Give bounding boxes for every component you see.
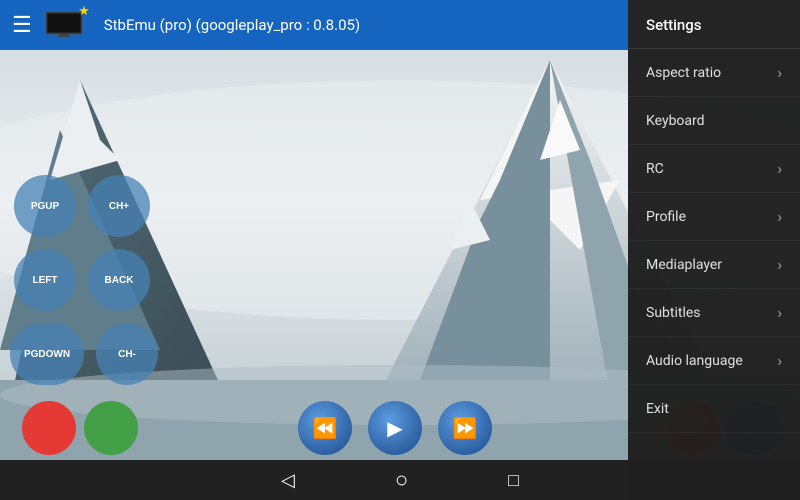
menu-item-label-mediaplayer: Mediaplayer (646, 257, 722, 273)
menu-item-keyboard[interactable]: Keyboard (628, 97, 800, 145)
menu-item-aspect-ratio[interactable]: Aspect ratio › (628, 49, 800, 97)
menu-item-arrow-profile: › (777, 207, 782, 226)
menu-item-profile[interactable]: Profile › (628, 193, 800, 241)
back-button[interactable]: BACK (88, 249, 150, 311)
left-button[interactable]: LEFT (14, 249, 76, 311)
chminus-button[interactable]: CH- (96, 323, 158, 385)
chplus-button[interactable]: CH+ (88, 175, 150, 237)
menu-item-label-aspect-ratio: Aspect ratio (646, 65, 721, 81)
menu-items-container: Aspect ratio›KeyboardRC›Profile›Mediapla… (628, 49, 800, 433)
fastforward-button[interactable]: ⏩ (438, 401, 492, 455)
menu-item-arrow-audio-language: › (777, 351, 782, 370)
tv-icon-group: ★ (44, 8, 92, 42)
topbar: ☰ ★ StbEmu (pro) (googleplay_pro : 0.8.0… (0, 0, 628, 50)
menu-item-label-keyboard: Keyboard (646, 113, 705, 129)
dropdown-menu: Settings Aspect ratio›KeyboardRC›Profile… (628, 0, 800, 500)
play-button[interactable]: ▶ (368, 401, 422, 455)
pgup-button[interactable]: PGUP (14, 175, 76, 237)
nav-home-icon[interactable]: ○ (395, 467, 408, 493)
menu-item-arrow-aspect-ratio: › (777, 63, 782, 82)
menu-item-arrow-mediaplayer: › (777, 255, 782, 274)
menu-item-mediaplayer[interactable]: Mediaplayer › (628, 241, 800, 289)
star-icon: ★ (78, 4, 90, 19)
menu-item-arrow-rc: › (777, 159, 782, 178)
menu-item-label-audio-language: Audio language (646, 353, 743, 369)
menu-icon[interactable]: ☰ (12, 13, 32, 38)
menu-item-arrow-subtitles: › (777, 303, 782, 322)
nav-recent-icon[interactable]: □ (508, 470, 519, 491)
nav-back-icon[interactable]: ◁ (281, 470, 295, 491)
dropdown-header: Settings (628, 0, 800, 49)
menu-item-label-profile: Profile (646, 209, 686, 225)
menu-item-label-rc: RC (646, 161, 664, 177)
menu-item-exit[interactable]: Exit (628, 385, 800, 433)
menu-item-audio-language[interactable]: Audio language › (628, 337, 800, 385)
menu-item-subtitles[interactable]: Subtitles › (628, 289, 800, 337)
pgdown-button[interactable]: PGDOWN (10, 323, 84, 385)
green-button[interactable] (84, 401, 138, 455)
menu-item-label-subtitles: Subtitles (646, 305, 701, 321)
rewind-button[interactable]: ⏪ (298, 401, 352, 455)
menu-item-rc[interactable]: RC › (628, 145, 800, 193)
red-button[interactable] (22, 401, 76, 455)
app-title: StbEmu (pro) (googleplay_pro : 0.8.05) (104, 16, 360, 34)
menu-item-label-exit: Exit (646, 401, 669, 417)
